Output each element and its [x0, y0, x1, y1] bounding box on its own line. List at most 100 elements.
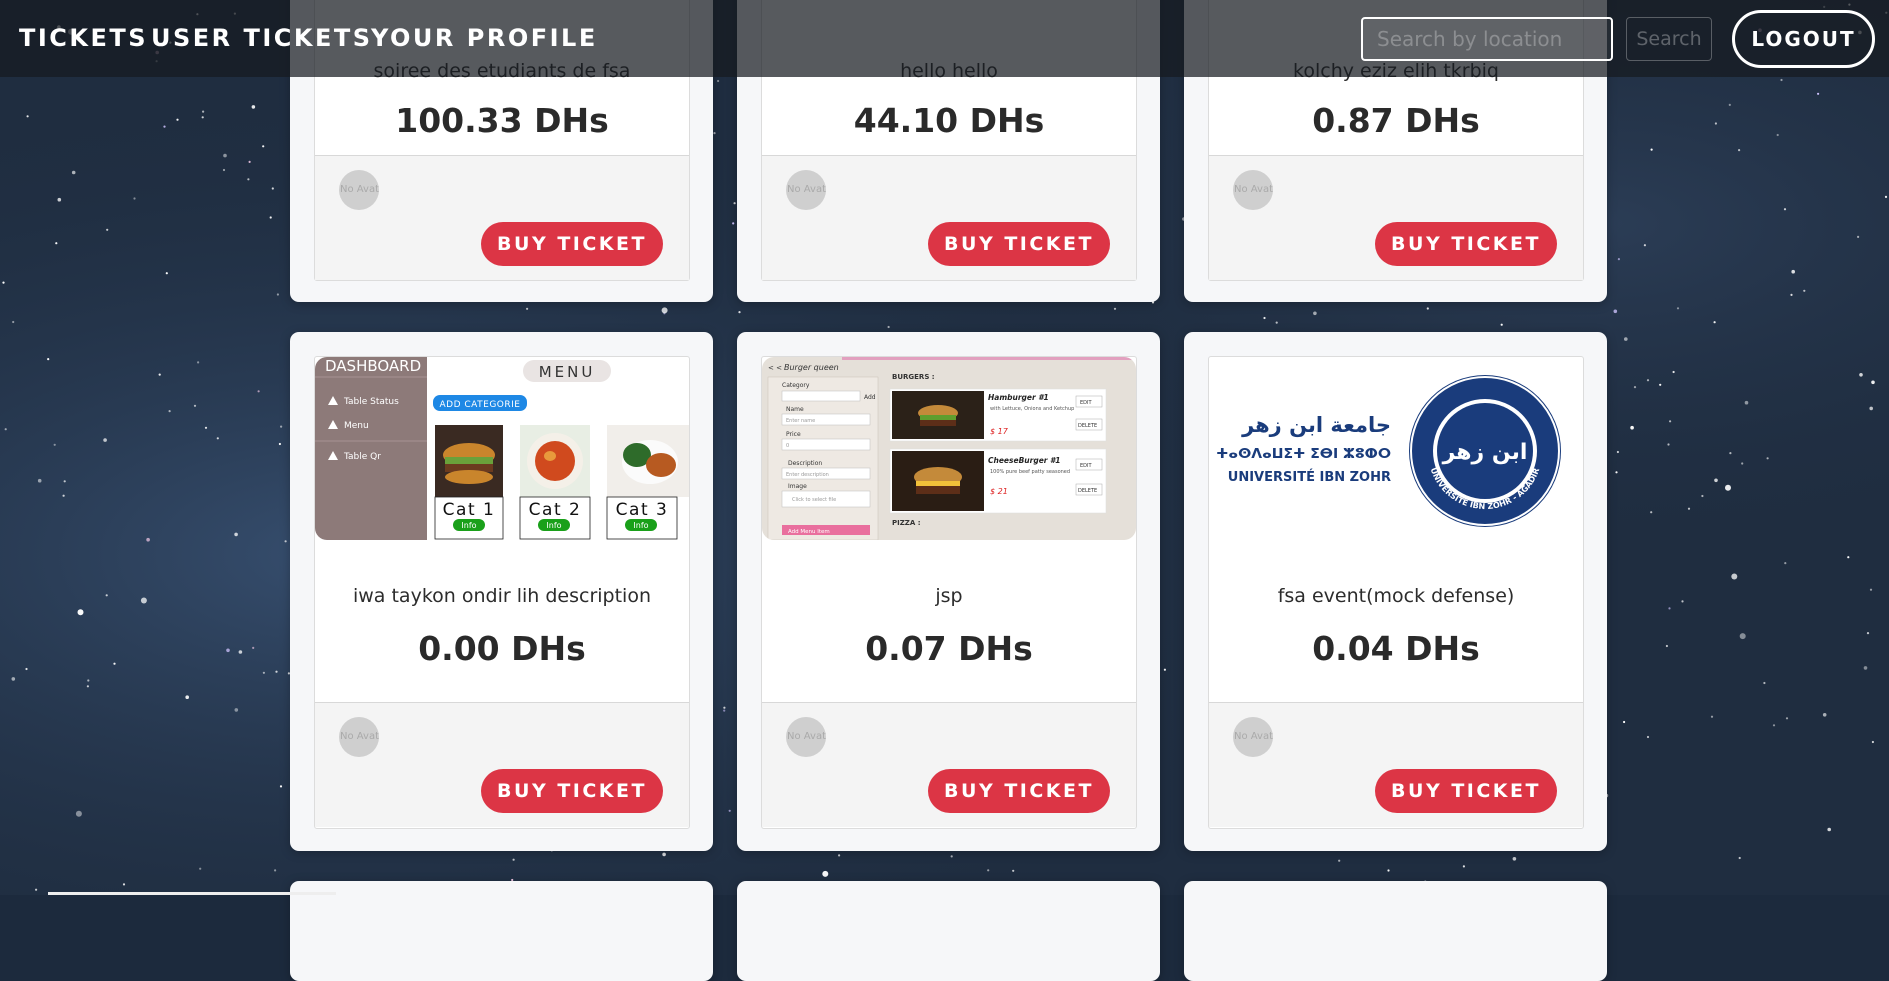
buy-ticket-button[interactable]: BUY TICKET	[1375, 769, 1557, 813]
star	[113, 662, 116, 665]
category-label: Cat 1	[443, 500, 496, 520]
nav-user-tickets-link[interactable]: USER TICKETS	[151, 24, 373, 52]
buy-ticket-button[interactable]: BUY TICKET	[1375, 222, 1557, 266]
star	[1012, 869, 1015, 872]
star	[1426, 307, 1429, 310]
star	[193, 404, 197, 407]
menu-item-name: CheeseBurger #1	[988, 456, 1061, 465]
star	[1869, 406, 1873, 411]
event-price: 0.07 DHs	[865, 629, 1033, 668]
star	[723, 709, 726, 712]
event-title: fsa event(mock defense)	[1277, 585, 1515, 607]
star	[1744, 400, 1749, 405]
event-card-footer: No Avatar BUY TICKET	[762, 702, 1136, 827]
star	[723, 706, 726, 709]
star	[1646, 379, 1650, 382]
star	[1676, 307, 1680, 310]
star	[1714, 478, 1718, 483]
category-label: Cat 3	[616, 500, 669, 520]
star	[63, 480, 66, 483]
star	[262, 145, 265, 148]
search-button[interactable]: Search	[1626, 17, 1712, 61]
star	[1884, 195, 1888, 198]
star	[1338, 859, 1341, 862]
buy-ticket-button[interactable]: BUY TICKET	[928, 222, 1110, 266]
star	[950, 855, 953, 858]
star	[1643, 244, 1646, 247]
star	[1790, 293, 1793, 296]
buy-ticket-button[interactable]: BUY TICKET	[481, 769, 663, 813]
star	[1738, 149, 1741, 152]
star	[1857, 235, 1860, 238]
star	[1741, 462, 1744, 465]
star	[1462, 865, 1465, 868]
star	[728, 809, 731, 812]
star	[1772, 724, 1776, 727]
section-pizza: PIZZA :	[892, 519, 921, 527]
form-label: Description	[788, 460, 822, 467]
star	[279, 785, 283, 788]
star	[12, 320, 15, 324]
app-name: Burger queen	[784, 363, 839, 372]
star	[1665, 644, 1668, 648]
star	[1714, 122, 1717, 125]
event-price: 0.87 DHs	[1312, 101, 1480, 140]
nav-tickets-link[interactable]: TICKETS	[19, 24, 148, 52]
buy-ticket-button[interactable]: BUY TICKET	[481, 222, 663, 266]
event-card-footer: No Avatar BUY TICKET	[315, 155, 689, 280]
form-add: Add	[864, 394, 876, 401]
star	[1827, 827, 1831, 832]
star	[1866, 632, 1870, 635]
event-title: iwa taykon ondir lih description	[352, 585, 651, 607]
star	[1630, 425, 1634, 430]
info-badge: Info	[461, 521, 476, 530]
star	[185, 695, 189, 699]
edit-button: EDIT	[1080, 400, 1092, 406]
star	[197, 361, 200, 364]
star	[1791, 269, 1795, 274]
star	[1624, 337, 1628, 341]
star	[1776, 133, 1779, 137]
star	[733, 202, 736, 205]
star	[62, 494, 65, 497]
star	[87, 679, 90, 682]
star	[1613, 309, 1618, 314]
nav-profile-link[interactable]: YOUR PROFILE	[371, 24, 598, 52]
event-image-university-logo: جامعة ابن زهر ⵜⴰⵙⴷⴰⵡⵉⵜ ⵉⴱⵏ ⵣⵓⵀⵔ UNIVERSI…	[1209, 357, 1583, 540]
star	[165, 272, 168, 275]
star	[25, 667, 28, 671]
buy-ticket-button[interactable]: BUY TICKET	[928, 769, 1110, 813]
event-price: 100.33 DHs	[395, 101, 609, 140]
star	[661, 307, 668, 314]
organizer-avatar: No Avatar	[786, 170, 826, 210]
star	[276, 293, 279, 296]
search-location-input[interactable]	[1361, 17, 1613, 61]
top-navbar: TICKETS USER TICKETS YOUR PROFILE Search…	[0, 0, 1889, 77]
form-label: Category	[782, 382, 810, 389]
star	[1616, 450, 1619, 454]
section-burgers: BURGERS :	[892, 373, 935, 381]
star	[1617, 258, 1620, 261]
star	[1650, 148, 1653, 151]
logout-button[interactable]: LOGOUT	[1732, 10, 1875, 68]
star	[201, 116, 204, 119]
star	[1623, 720, 1626, 724]
star	[1817, 92, 1820, 95]
category-label: Cat 2	[529, 500, 582, 520]
star	[1763, 681, 1766, 685]
star	[202, 110, 205, 113]
dashboard-sidebar-item: Table Status	[343, 397, 399, 407]
menu-item-desc: with Lettuce, Onions and Ketchup	[990, 406, 1074, 412]
star	[1738, 856, 1741, 860]
star	[1646, 735, 1650, 739]
seal-center-calligraphy: ابن زهر	[1442, 440, 1528, 465]
star	[47, 358, 50, 361]
event-card-body: جامعة ابن زهر ⵜⴰⵙⴷⴰⵡⵉⵜ ⵉⴱⵏ ⵣⵓⵀⵔ UNIVERSI…	[1208, 356, 1584, 829]
event-price: 0.00 DHs	[418, 629, 586, 668]
info-badge: Info	[546, 521, 561, 530]
university-name-arabic: جامعة ابن زهر	[1241, 413, 1391, 437]
organizer-avatar: No Avatar	[1233, 717, 1273, 757]
event-card-footer: No Avatar BUY TICKET	[1209, 155, 1583, 280]
star	[1863, 666, 1868, 670]
star	[262, 671, 265, 674]
